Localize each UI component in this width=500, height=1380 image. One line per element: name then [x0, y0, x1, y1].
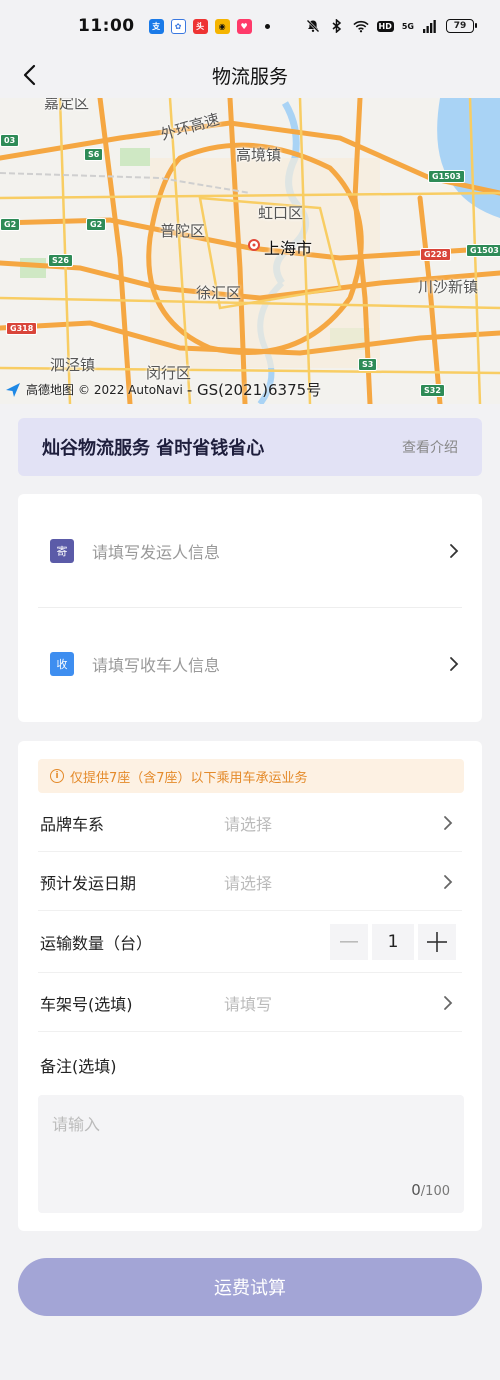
chevron-right-icon	[440, 874, 456, 890]
mute-bell-icon	[305, 18, 321, 34]
signal-icon	[422, 18, 438, 34]
vin-row[interactable]: 车架号(选填) 请填写	[18, 973, 482, 1032]
vehicle-form-card: i 仅提供7座（含7座）以下乘用车承运业务 品牌车系 请选择 预计发运日期 请选…	[18, 741, 482, 1231]
brand-series-value: 请选择	[224, 814, 273, 834]
quantity-value[interactable]: 1	[372, 924, 414, 960]
brand-series-label: 品牌车系	[40, 814, 105, 834]
receiver-tag: 收	[50, 651, 74, 676]
receiver-info-row[interactable]: 收 请填写收车人信息	[18, 607, 482, 720]
chevron-right-icon	[446, 543, 462, 559]
bluetooth-icon	[329, 18, 345, 34]
vin-value: 请填写	[224, 994, 273, 1014]
road-badge-g318: G318	[6, 322, 38, 335]
chevron-right-icon	[446, 656, 462, 672]
road-badge-g1503-right: G1503	[466, 244, 500, 257]
address-card: 寄 请填写发运人信息 收 请填写收车人信息	[18, 494, 482, 722]
map-label-xuhui: 徐汇区	[196, 284, 242, 302]
road-badge-g1503-top: G1503	[428, 170, 465, 183]
view-intro-link[interactable]: 查看介绍	[402, 437, 458, 457]
map-label-hongkou: 虹口区	[258, 204, 304, 222]
remark-box: 0/100	[38, 1095, 464, 1213]
road-badge-g2-left: G2	[0, 218, 21, 231]
battery-icon: 79	[446, 19, 477, 33]
sender-info-row[interactable]: 寄 请填写发运人信息	[18, 494, 482, 607]
status-bar: 11:00 支 ✿ 头 ◉ ♥ HD 5G 79	[0, 0, 500, 52]
wifi-icon	[352, 18, 369, 34]
more-notifications-icon	[264, 23, 270, 29]
remark-counter: 0/100	[411, 1181, 450, 1199]
toutiao-app-icon: 头	[192, 18, 208, 34]
quantity-row: 运输数量（台） 1	[18, 911, 482, 973]
map-label-chuansha: 川沙新镇	[418, 278, 479, 296]
road-badge-e3: 03	[0, 134, 20, 147]
map-label-sijing: 泗泾镇	[50, 356, 96, 374]
quantity-stepper: 1	[330, 924, 456, 960]
quantity-label: 运输数量（台）	[40, 934, 153, 953]
road-badge-g228: G228	[420, 248, 452, 261]
nav-bar: 物流服务	[0, 52, 500, 98]
road-badge-s26: S26	[48, 254, 73, 267]
status-time: 11:00	[78, 16, 135, 36]
taxi-app-icon: ◉	[214, 18, 230, 34]
map-view[interactable]: 嘉定区 外环高速 高境镇 虹口区 普陀区 上海市 徐汇区 川沙新镇 泗泾镇 闵行…	[0, 98, 500, 404]
remark-label: 备注(选填)	[40, 1057, 117, 1076]
map-attribution: 高德地图 © 2022 AutoNavi - GS(2021)6375号	[4, 379, 321, 400]
minus-icon	[340, 941, 358, 943]
sender-tag: 寄	[50, 538, 74, 563]
amap-logo-icon	[6, 382, 20, 397]
receiver-placeholder: 请填写收车人信息	[92, 655, 221, 675]
info-icon: i	[50, 769, 64, 783]
road-badge-g2: G2	[86, 218, 107, 231]
chevron-right-icon	[440, 995, 456, 1011]
chevron-left-icon	[23, 64, 36, 86]
remark-max: /100	[420, 1184, 450, 1199]
system-icons: HD 5G 79	[305, 18, 477, 34]
remark-input[interactable]	[38, 1095, 464, 1213]
plus-icon	[427, 932, 447, 952]
chevron-right-icon	[440, 815, 456, 831]
ship-date-value: 请选择	[224, 873, 273, 893]
brand-series-row[interactable]: 品牌车系 请选择	[18, 793, 482, 852]
road-badge-s6: S6	[84, 148, 104, 161]
calculate-fee-button[interactable]: 运费试算	[18, 1258, 482, 1316]
map-label-jiading: 嘉定区	[44, 98, 90, 112]
network-type: 5G	[401, 21, 414, 31]
back-button[interactable]	[14, 60, 44, 90]
banner-title: 灿谷物流服务 省时省钱省心	[42, 438, 265, 459]
notification-icons: 支 ✿ 头 ◉ ♥	[148, 18, 270, 34]
increase-button[interactable]	[418, 924, 456, 960]
map-label-shanghai: 上海市	[264, 239, 313, 258]
divider	[38, 1031, 462, 1032]
road-badge-s3: S3	[358, 358, 378, 371]
service-notice: i 仅提供7座（含7座）以下乘用车承运业务	[38, 759, 464, 793]
map-label-gaojing: 高境镇	[236, 146, 282, 164]
ship-date-row[interactable]: 预计发运日期 请选择	[18, 852, 482, 911]
map-copyright: © 2022 AutoNavi	[78, 382, 183, 397]
shop-app-icon: ♥	[236, 18, 252, 34]
alipay-app-icon: 支	[148, 18, 164, 34]
ship-date-label: 预计发运日期	[40, 873, 137, 893]
remark-count: 0	[411, 1181, 421, 1199]
map-label-putuo: 普陀区	[160, 222, 206, 240]
notice-text: 仅提供7座（含7座）以下乘用车承运业务	[70, 770, 308, 786]
page-title: 物流服务	[211, 65, 288, 88]
hd-badge: HD	[376, 20, 394, 32]
map-license: - GS(2021)6375号	[186, 381, 322, 399]
service-banner: 灿谷物流服务 省时省钱省心 查看介绍	[18, 418, 482, 476]
vin-label: 车架号(选填)	[40, 994, 133, 1014]
decrease-button[interactable]	[330, 924, 368, 960]
baidu-app-icon: ✿	[170, 18, 186, 34]
sender-placeholder: 请填写发运人信息	[92, 542, 221, 562]
road-badge-s32: S32	[420, 384, 445, 397]
map-brand: 高德地图	[26, 383, 75, 397]
